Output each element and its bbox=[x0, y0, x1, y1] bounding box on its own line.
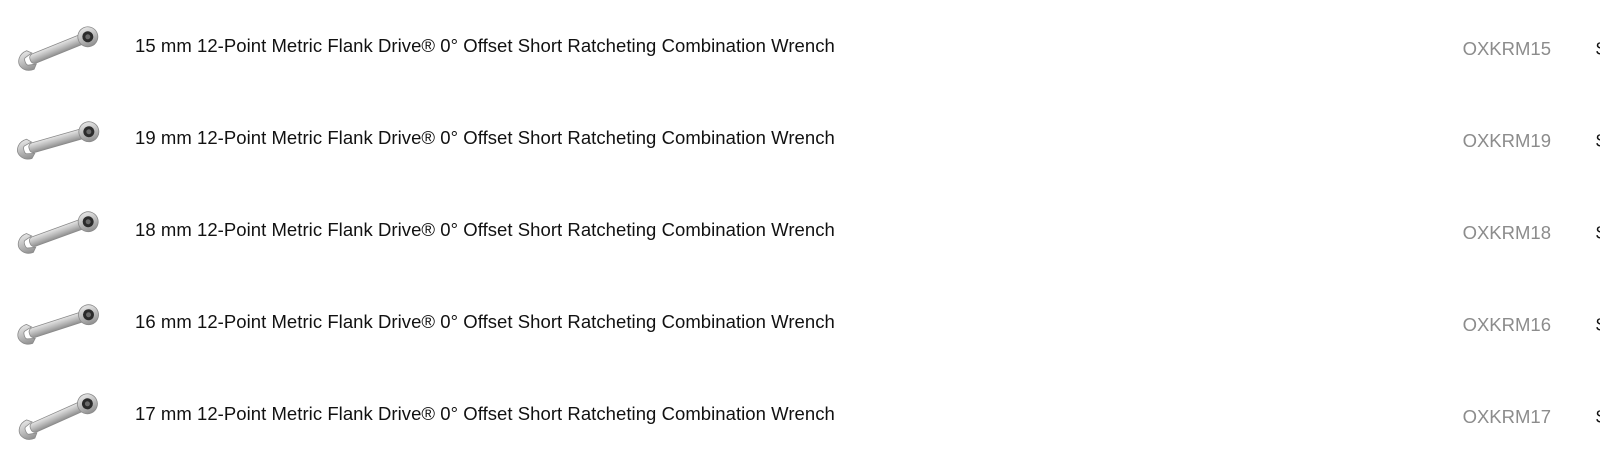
product-title[interactable]: 18 mm 12-Point Metric Flank Drive® 0° Of… bbox=[135, 219, 835, 241]
product-sku: OXKRM19 bbox=[1462, 130, 1551, 151]
wrench-thumbnail-icon[interactable] bbox=[14, 110, 106, 170]
product-title[interactable]: 17 mm 12-Point Metric Flank Drive® 0° Of… bbox=[135, 403, 835, 425]
product-row[interactable]: 19 mm 12-Point Metric Flank Drive® 0° Of… bbox=[0, 92, 1600, 184]
truncated-price-edge: $ bbox=[1596, 130, 1600, 150]
product-list: 15 mm 12-Point Metric Flank Drive® 0° Of… bbox=[0, 0, 1600, 468]
truncated-price-edge: $ bbox=[1596, 314, 1600, 334]
wrench-thumbnail-icon[interactable] bbox=[14, 18, 106, 78]
product-title[interactable]: 19 mm 12-Point Metric Flank Drive® 0° Of… bbox=[135, 127, 835, 149]
product-sku: OXKRM18 bbox=[1462, 222, 1551, 243]
product-sku: OXKRM16 bbox=[1462, 314, 1551, 335]
truncated-price-edge: $ bbox=[1596, 406, 1600, 426]
truncated-price-edge: $ bbox=[1596, 38, 1600, 58]
product-row[interactable]: 16 mm 12-Point Metric Flank Drive® 0° Of… bbox=[0, 276, 1600, 368]
product-sku: OXKRM17 bbox=[1462, 406, 1551, 427]
wrench-thumbnail-icon[interactable] bbox=[14, 386, 106, 446]
wrench-thumbnail-icon[interactable] bbox=[14, 202, 106, 262]
product-row[interactable]: 18 mm 12-Point Metric Flank Drive® 0° Of… bbox=[0, 184, 1600, 276]
product-sku: OXKRM15 bbox=[1462, 38, 1551, 59]
product-row[interactable]: 17 mm 12-Point Metric Flank Drive® 0° Of… bbox=[0, 368, 1600, 460]
product-title[interactable]: 16 mm 12-Point Metric Flank Drive® 0° Of… bbox=[135, 311, 835, 333]
wrench-thumbnail-icon[interactable] bbox=[14, 294, 106, 354]
truncated-price-edge: $ bbox=[1596, 222, 1600, 242]
product-title[interactable]: 15 mm 12-Point Metric Flank Drive® 0° Of… bbox=[135, 35, 835, 57]
product-row[interactable]: 15 mm 12-Point Metric Flank Drive® 0° Of… bbox=[0, 0, 1600, 92]
